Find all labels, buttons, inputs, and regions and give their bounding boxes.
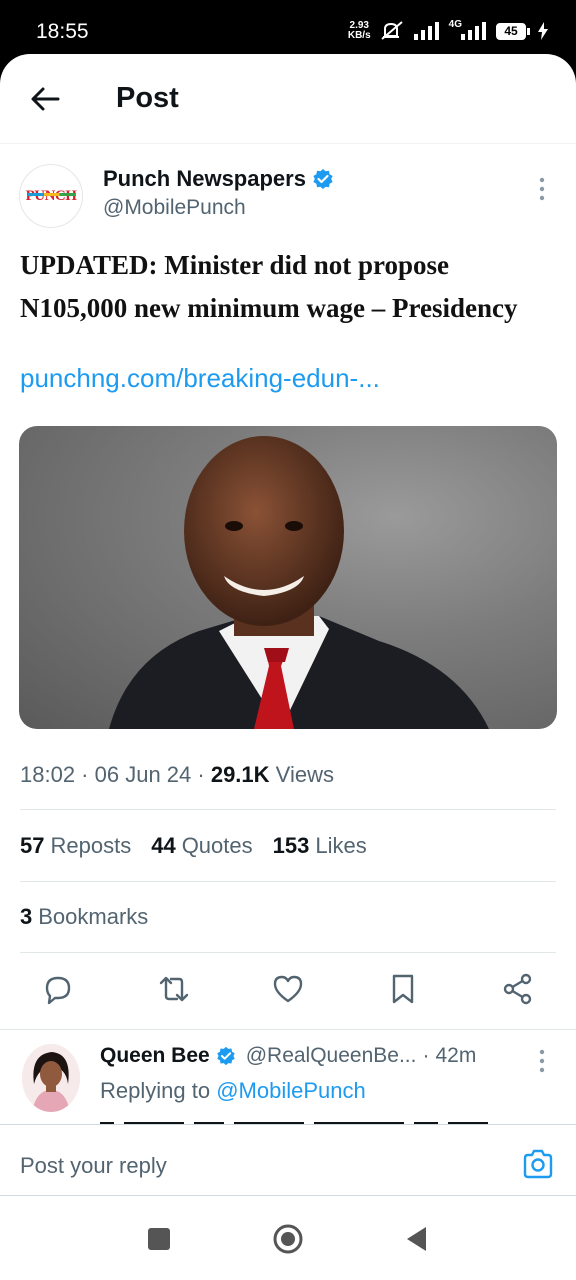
avatar[interactable] <box>22 1044 80 1112</box>
reply-text-clipped <box>100 1110 540 1124</box>
reply-handle: @RealQueenBe... <box>245 1044 417 1067</box>
reply-author[interactable]: Queen Bee @RealQueenBe... · 42m <box>100 1044 476 1068</box>
battery-icon: 45 <box>496 22 530 40</box>
views-count: 29.1K <box>210 762 270 787</box>
network-type: 4G <box>448 18 462 30</box>
more-vertical-icon[interactable] <box>530 176 554 202</box>
replying-to-handle[interactable]: @MobilePunch <box>216 1078 366 1103</box>
divider <box>0 1029 576 1030</box>
system-nav-bar <box>0 1196 576 1280</box>
post-link[interactable]: punchng.com/breaking-edun-... <box>20 363 380 394</box>
verified-badge-icon <box>216 1046 235 1066</box>
reply-icon[interactable] <box>41 972 75 1006</box>
mute-icon <box>381 21 403 40</box>
charging-icon <box>538 22 548 40</box>
avatar[interactable]: PUNCH <box>19 164 83 228</box>
punch-logo-text: PUNCH <box>26 188 77 205</box>
views-label: Views <box>275 762 334 787</box>
engagement-stats: 57 Reposts 44 Quotes 153 Likes <box>20 833 367 859</box>
reply-time: 42m <box>435 1044 477 1067</box>
author-name[interactable]: Punch Newspapers <box>103 166 334 192</box>
replying-to: Replying to @MobilePunch <box>100 1078 366 1103</box>
more-vertical-icon[interactable] <box>530 1048 554 1074</box>
like-heart-icon[interactable] <box>271 972 305 1006</box>
reply-input[interactable]: Post your reply <box>20 1153 167 1179</box>
status-icons: 2.93 KB/s 4G 45 <box>348 16 548 46</box>
reply-composer: Post your reply <box>0 1124 576 1196</box>
recent-apps-icon[interactable] <box>142 1222 176 1256</box>
network-speed: 2.93 KB/s <box>347 20 371 41</box>
signal-icon <box>413 22 439 40</box>
camera-icon[interactable] <box>522 1149 554 1179</box>
post-text: UPDATED: Minister did not propose N105,0… <box>20 250 518 323</box>
bookmark-icon[interactable] <box>386 972 420 1006</box>
post-meta: 18:02 · 06 Jun 24 · 29.1K Views <box>20 762 334 787</box>
page-title: Post <box>116 82 179 114</box>
bookmarks-stat[interactable]: 3 Bookmarks <box>20 904 148 930</box>
quotes-stat[interactable]: 44 Quotes <box>151 833 252 859</box>
post-image[interactable] <box>19 426 557 729</box>
divider <box>20 809 556 810</box>
top-bar: Post <box>0 54 576 144</box>
arrow-left-icon[interactable] <box>28 82 62 116</box>
verified-badge-icon <box>313 169 333 189</box>
home-icon[interactable] <box>271 1222 305 1256</box>
repost-icon[interactable] <box>157 972 191 1006</box>
reposts-stat[interactable]: 57 Reposts <box>20 833 131 859</box>
share-icon[interactable] <box>501 972 535 1006</box>
post-time: 18:02 <box>20 762 76 787</box>
portrait-photo <box>109 436 489 729</box>
back-triangle-icon[interactable] <box>400 1222 434 1256</box>
author-handle[interactable]: @MobilePunch <box>103 196 246 220</box>
signal-icon <box>461 22 486 40</box>
divider <box>20 881 556 882</box>
divider <box>20 952 556 953</box>
status-bar: 18:55 2.93 KB/s 4G 45 <box>0 0 576 60</box>
post-detail-screen: Post PUNCH Punch Newspapers @MobilePunch… <box>0 54 576 1280</box>
likes-stat[interactable]: 153 Likes <box>273 833 367 859</box>
status-time: 18:55 <box>36 20 89 43</box>
action-bar <box>0 972 576 1012</box>
post-date: 06 Jun 24 <box>94 762 192 787</box>
